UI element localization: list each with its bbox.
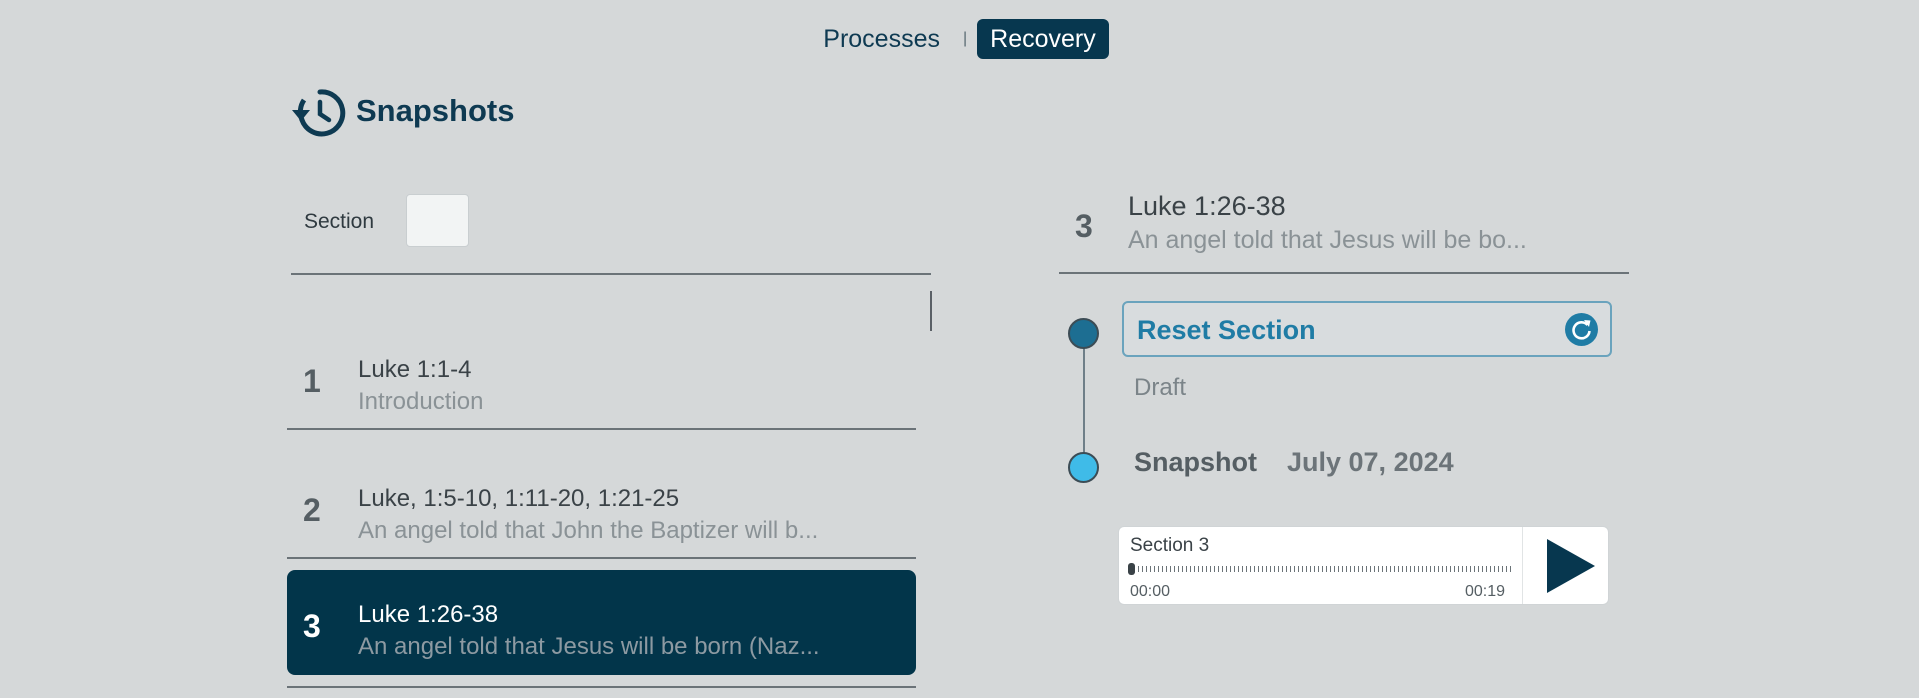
audio-player: Section 3 00:00 00:19 [1118,526,1609,605]
reset-section-label: Reset Section [1137,315,1316,345]
tab-recovery[interactable]: Recovery [977,19,1109,59]
reset-section-button[interactable]: Reset Section [1122,301,1612,357]
divider [287,557,916,559]
list-item[interactable]: 1 Luke 1:1-4 Introduction [287,325,916,430]
divider [287,686,916,688]
draft-label: Draft [1134,374,1187,401]
history-icon [292,89,346,137]
detail-section-title: Luke 1:26-38 [1128,191,1286,221]
snapshot-label: Snapshot [1134,447,1258,477]
list-scrollbar[interactable] [930,291,932,331]
player-duration: 00:19 [1465,583,1506,600]
page-title: Snapshots [356,93,515,128]
section-title: Luke, 1:5-10, 1:11-20, 1:21-25 [358,485,680,512]
reset-icon [1565,313,1598,346]
nav-separator: | [962,30,968,47]
player-current-time: 00:00 [1130,583,1171,600]
section-number: 2 [303,492,321,528]
timeline-line [1083,332,1085,466]
snapshot-date: July 07, 2024 [1287,447,1454,477]
top-nav: Processes | Recovery [0,19,1919,59]
player-progress-handle[interactable] [1128,563,1135,575]
section-filter-label: Section [304,210,375,233]
list-item[interactable]: 2 Luke, 1:5-10, 1:11-20, 1:21-25 An ange… [287,454,916,559]
list-item-selected[interactable]: 3 Luke 1:26-38 An angel told that Jesus … [287,570,916,675]
section-subtitle: An angel told that John the Baptizer wil… [358,517,819,544]
detail-section-number: 3 [1075,208,1093,244]
section-number: 3 [303,608,321,644]
section-subtitle: Introduction [358,388,484,415]
divider [1059,272,1629,274]
timeline-dot-snapshot [1068,452,1099,483]
section-number: 1 [303,363,321,399]
divider [291,273,931,275]
divider [287,428,916,430]
player-title: Section 3 [1130,535,1210,556]
section-title: Luke 1:1-4 [358,356,472,383]
player-divider [1522,527,1523,604]
detail-section-subtitle: An angel told that Jesus will be bo... [1128,226,1527,254]
play-icon[interactable] [1531,535,1603,597]
timeline-dot-draft [1068,318,1099,349]
section-title: Luke 1:26-38 [358,601,499,628]
section-subtitle: An angel told that Jesus will be born (N… [358,633,820,660]
section-filter-input[interactable] [406,194,469,247]
tab-processes[interactable]: Processes [810,19,953,59]
player-progress-track[interactable] [1130,566,1514,572]
